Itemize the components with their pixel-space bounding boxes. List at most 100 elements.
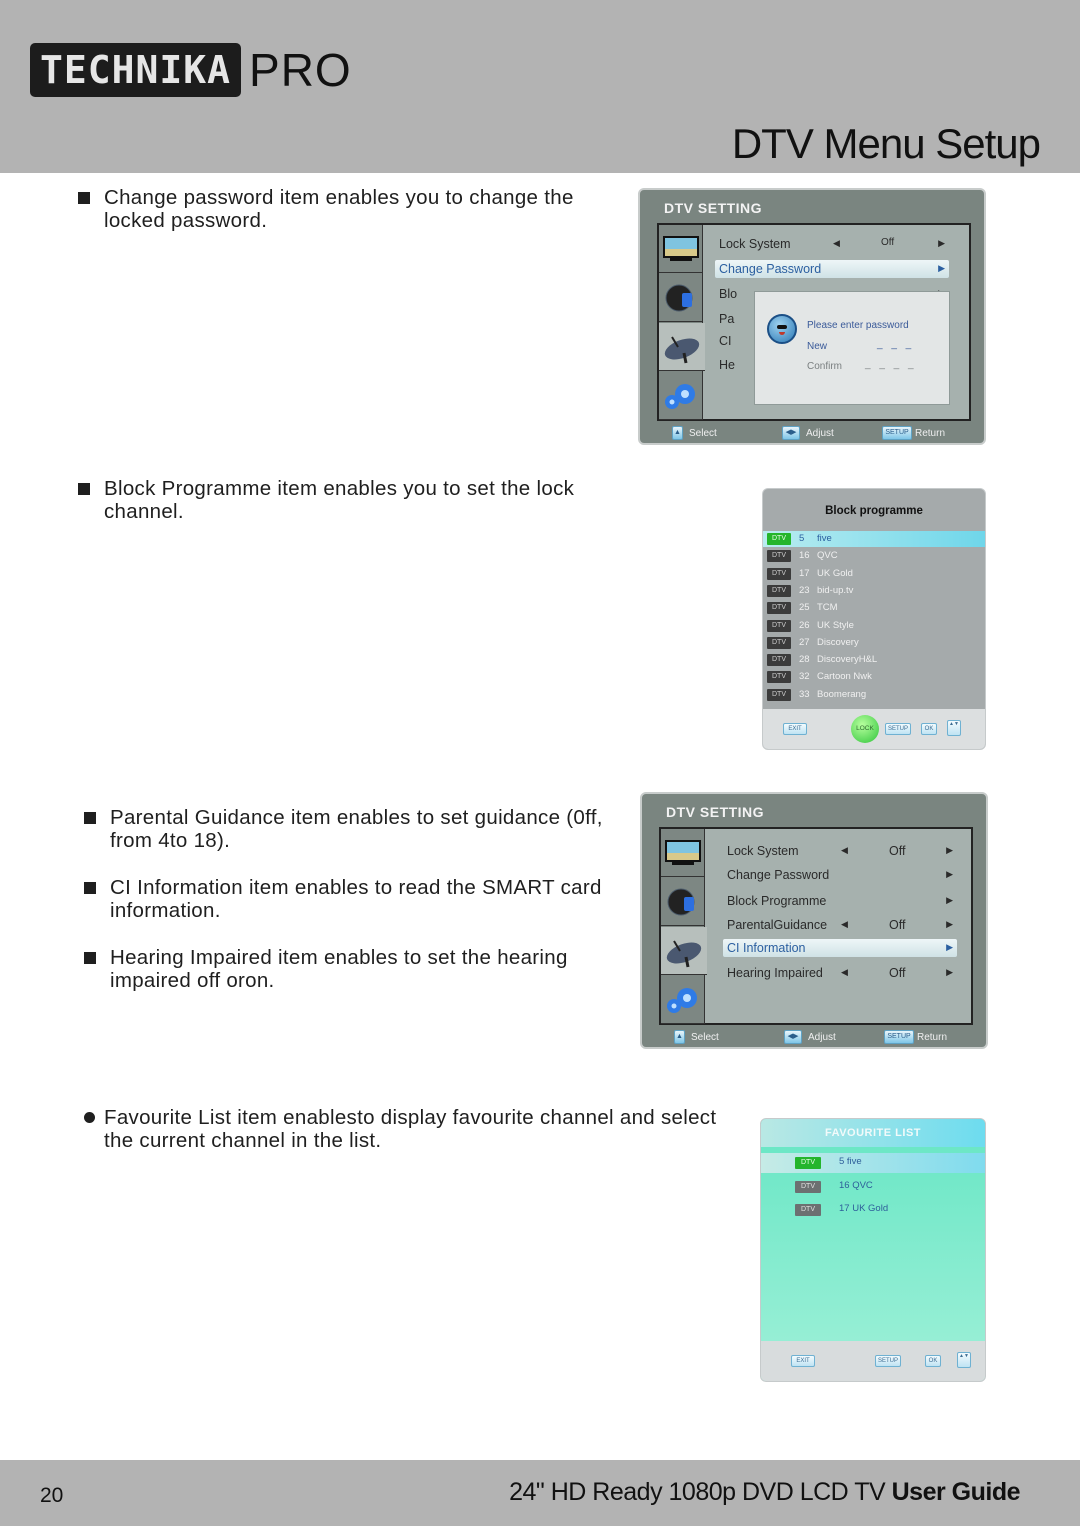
channel-number: 26 bbox=[799, 619, 810, 631]
hint-adjust: ◀▶ Adjust bbox=[784, 1030, 836, 1044]
setup-button[interactable]: SETUP bbox=[885, 723, 911, 735]
lock-button[interactable]: LOCK bbox=[851, 715, 879, 743]
menu-item-lock-system[interactable]: Lock System ◀ Off ▶ bbox=[715, 235, 949, 253]
right-arrow-icon[interactable]: ▶ bbox=[946, 942, 953, 953]
hint-select: ▲ Select bbox=[674, 1030, 719, 1044]
panel-footer: EXIT SETUP OK ▲▼ bbox=[761, 1341, 985, 1381]
right-arrow-icon[interactable]: ▶ bbox=[946, 869, 953, 880]
right-arrow-icon[interactable]: ▶ bbox=[946, 967, 953, 978]
square-bullet-icon bbox=[78, 483, 90, 495]
exit-button[interactable]: EXIT bbox=[783, 723, 807, 735]
left-arrow-icon[interactable]: ◀ bbox=[841, 967, 848, 978]
channel-row[interactable]: DTV 27 Discovery bbox=[763, 635, 985, 651]
block-programme-panel: Block programme DTV 5 five DTV 16 QVC DTV 17 UK … bbox=[762, 488, 986, 750]
dtv-tag: DTV bbox=[767, 602, 791, 615]
logo-main: TECHNIKA bbox=[30, 43, 242, 97]
ok-button[interactable]: OK bbox=[921, 723, 937, 735]
channel-name: UK Gold bbox=[817, 567, 853, 579]
channel-number: 17 bbox=[799, 567, 810, 579]
settings-gears-icon bbox=[667, 987, 697, 1013]
channel-name: Cartoon Nwk bbox=[817, 671, 872, 683]
dtv-tag: DTV bbox=[767, 567, 791, 580]
panel-footer: EXIT LOCK SETUP OK ▲▼ bbox=[763, 709, 985, 749]
menu-item-change-password[interactable]: Change Password ▶ bbox=[715, 260, 949, 278]
paragraph-favourite-list: Favourite List item enablesto display fa… bbox=[82, 1106, 742, 1152]
setup-button[interactable]: SETUP bbox=[875, 1355, 901, 1367]
leftright-key-icon: ◀▶ bbox=[782, 426, 800, 440]
right-arrow-icon[interactable]: ▶ bbox=[946, 919, 953, 930]
channel-row[interactable]: DTV 5 five bbox=[763, 531, 985, 547]
favourite-row[interactable]: DTV 17 UK Gold bbox=[761, 1200, 985, 1220]
right-arrow-icon[interactable]: ▶ bbox=[938, 238, 945, 249]
channel-name: UK Style bbox=[817, 619, 854, 631]
channel-name: DiscoveryH&L bbox=[817, 654, 878, 666]
channel-row[interactable]: DTV 32 Cartoon Nwk bbox=[763, 669, 985, 685]
setup-key-icon: SETUP bbox=[882, 426, 912, 440]
satellite-dish-icon bbox=[666, 939, 702, 967]
dtv-tag: DTV bbox=[767, 533, 791, 545]
square-bullet-icon bbox=[84, 882, 96, 894]
menu-item-change-password[interactable]: Change Password ▶ bbox=[723, 866, 957, 884]
updown-key-icon: ▲ bbox=[672, 426, 683, 440]
channel-row[interactable]: DTV 33 Boomerang bbox=[763, 687, 985, 703]
dtv-tag: DTV bbox=[767, 584, 791, 597]
favourite-row[interactable]: DTV 5 five bbox=[761, 1153, 985, 1173]
tab-setup[interactable] bbox=[659, 372, 703, 420]
left-arrow-icon[interactable]: ◀ bbox=[841, 919, 848, 930]
guide-title: 24" HD Ready 1080p DVD LCD TV User Guide bbox=[509, 1478, 1020, 1506]
channel-row[interactable]: DTV 16 QVC bbox=[763, 548, 985, 564]
tab-sound[interactable] bbox=[659, 274, 703, 322]
menu-item-ci-information[interactable]: CI Information ▶ bbox=[723, 939, 957, 957]
left-arrow-icon[interactable]: ◀ bbox=[841, 845, 848, 856]
channel-number: 32 bbox=[799, 671, 810, 683]
square-bullet-icon bbox=[78, 192, 90, 204]
menu-item-parental-guidance[interactable]: ParentalGuidance ◀ Off ▶ bbox=[723, 916, 957, 934]
channel-row[interactable]: DTV 25 TCM bbox=[763, 600, 985, 616]
updown-button[interactable]: ▲▼ bbox=[947, 720, 961, 736]
dtv-tag: DTV bbox=[767, 688, 791, 701]
confirm-password-input[interactable]: _ _ _ _ bbox=[865, 359, 917, 370]
right-arrow-icon[interactable]: ▶ bbox=[938, 263, 945, 274]
channel-row[interactable]: DTV 17 UK Gold bbox=[763, 566, 985, 582]
menu-item-lock-system[interactable]: Lock System ◀ Off ▶ bbox=[723, 842, 957, 860]
paragraph-hearing-impaired: Hearing Impaired item enables to set the… bbox=[84, 946, 624, 992]
left-arrow-icon[interactable]: ◀ bbox=[833, 238, 840, 249]
hint-select: ▲ Select bbox=[672, 426, 717, 440]
favourite-row[interactable]: DTV 16 QVC bbox=[761, 1177, 985, 1197]
new-password-input[interactable]: _ _ _ bbox=[877, 339, 914, 350]
sound-icon bbox=[665, 284, 693, 311]
channel-number: 28 bbox=[799, 654, 810, 666]
logo-suffix: PRO bbox=[249, 44, 352, 96]
channel-name: 5 five bbox=[839, 1156, 862, 1167]
tab-sound[interactable] bbox=[661, 878, 705, 926]
dtv-tag: DTV bbox=[795, 1157, 821, 1169]
tab-lock[interactable] bbox=[661, 927, 707, 975]
channel-row[interactable]: DTV 28 DiscoveryH&L bbox=[763, 652, 985, 668]
tab-lock[interactable] bbox=[659, 323, 705, 371]
round-bullet-icon bbox=[84, 1112, 95, 1123]
dtv-tag: DTV bbox=[767, 636, 791, 649]
leftright-key-icon: ◀▶ bbox=[784, 1030, 802, 1044]
channel-row[interactable]: DTV 26 UK Style bbox=[763, 618, 985, 634]
right-arrow-icon[interactable]: ▶ bbox=[946, 895, 953, 906]
menu-item-block-programme[interactable]: Block Programme ▶ bbox=[723, 892, 957, 910]
updown-button[interactable]: ▲▼ bbox=[957, 1352, 971, 1368]
setup-key-icon: SETUP bbox=[884, 1030, 914, 1044]
dtv-setting-panel-password: DTV SETTING Lock System ◀ Off ▶ Change P… bbox=[638, 188, 986, 445]
square-bullet-icon bbox=[84, 952, 96, 964]
dtv-tag: DTV bbox=[795, 1204, 821, 1216]
right-arrow-icon[interactable]: ▶ bbox=[946, 845, 953, 856]
panel-title: DTV SETTING bbox=[666, 804, 765, 820]
page-number: 20 bbox=[40, 1484, 64, 1507]
tab-picture[interactable] bbox=[659, 225, 703, 273]
ok-button[interactable]: OK bbox=[925, 1355, 941, 1367]
new-password-label: New bbox=[807, 341, 828, 352]
tab-setup[interactable] bbox=[661, 976, 705, 1024]
channel-row[interactable]: DTV 23 bid-up.tv bbox=[763, 583, 985, 599]
hint-adjust: ◀▶ Adjust bbox=[782, 426, 834, 440]
paragraph-parental-guidance: Parental Guidance item enables to set gu… bbox=[84, 806, 624, 852]
exit-button[interactable]: EXIT bbox=[791, 1355, 815, 1367]
menu-item-hearing-impaired[interactable]: Hearing Impaired ◀ Off ▶ bbox=[723, 964, 957, 982]
channel-name: bid-up.tv bbox=[817, 584, 854, 596]
tab-picture[interactable] bbox=[661, 829, 705, 877]
